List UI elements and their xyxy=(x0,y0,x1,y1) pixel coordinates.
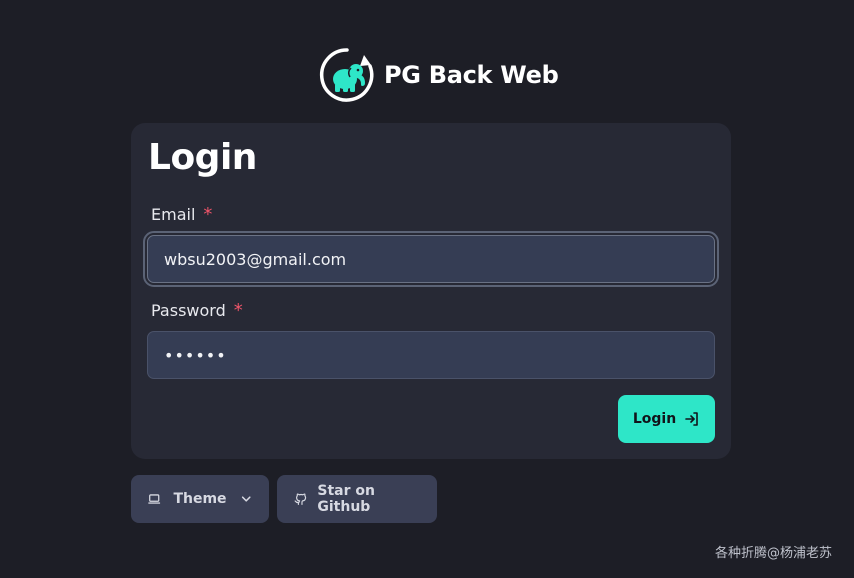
email-label: Email * xyxy=(151,205,212,224)
page-title: Login xyxy=(148,137,257,178)
brand-header: PG Back Web xyxy=(318,46,559,104)
elephant-refresh-icon xyxy=(319,48,374,102)
password-field[interactable]: •••••• xyxy=(147,331,715,379)
login-card: Login Email * wbsu2003@gmail.com Passwor… xyxy=(131,123,731,459)
github-icon xyxy=(294,493,307,505)
theme-button-label: Theme xyxy=(173,491,227,507)
login-button-label: Login xyxy=(632,411,677,427)
required-mark: * xyxy=(233,299,243,321)
password-field-value: •••••• xyxy=(164,345,227,365)
theme-button[interactable]: Theme xyxy=(131,475,269,523)
watermark-text: 各种折腾@杨浦老苏 xyxy=(714,546,832,561)
email-field[interactable]: wbsu2003@gmail.com xyxy=(143,231,719,287)
email-field-value: wbsu2003@gmail.com xyxy=(164,249,347,269)
chevron-down-icon xyxy=(241,496,251,502)
required-mark: * xyxy=(203,203,213,225)
login-arrow-icon xyxy=(685,412,698,426)
brand-name: PG Back Web xyxy=(384,61,559,89)
star-on-github-button[interactable]: Star on Github xyxy=(277,475,437,523)
password-label-text: Password xyxy=(151,301,226,320)
login-button[interactable]: Login xyxy=(618,395,715,443)
email-label-text: Email xyxy=(151,205,196,224)
password-label: Password * xyxy=(151,301,243,320)
laptop-icon xyxy=(148,494,161,504)
star-on-github-label: Star on Github xyxy=(317,483,375,515)
